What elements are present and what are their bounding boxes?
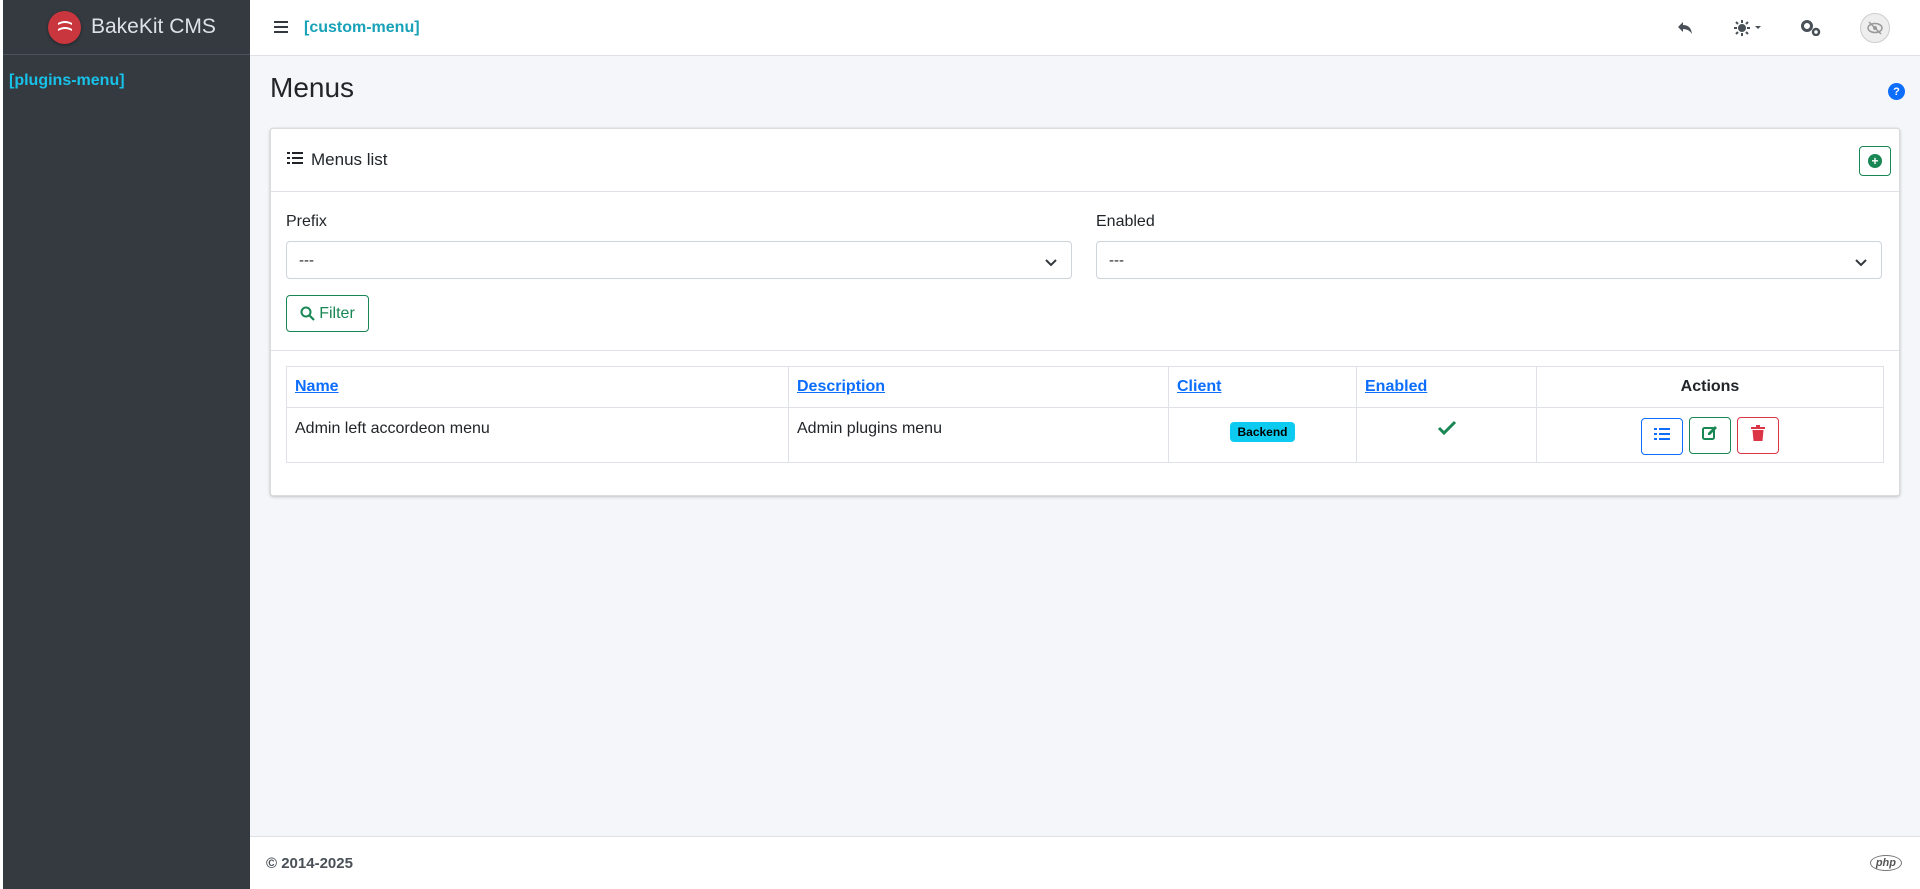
cell-enabled	[1356, 407, 1537, 463]
enabled-select[interactable]: ---	[1096, 241, 1882, 279]
cell-name: Admin left accordeon menu	[286, 407, 789, 463]
hamburger-icon[interactable]	[274, 16, 288, 39]
undo-icon[interactable]	[1677, 21, 1694, 35]
top-navbar: [custom-menu]	[250, 0, 1920, 56]
enabled-select-value: ---	[1109, 251, 1124, 269]
card-header: Menus list +	[271, 129, 1899, 192]
list-icon	[1653, 427, 1670, 446]
sort-description-link[interactable]: Description	[797, 378, 885, 395]
chevron-down-icon	[1855, 254, 1867, 271]
column-header-client[interactable]: Client	[1168, 366, 1357, 408]
prefix-label: Prefix	[286, 213, 327, 230]
filter-form: Prefix --- Enabled --- Filter	[286, 193, 1886, 343]
column-header-actions: Actions	[1536, 366, 1884, 408]
check-icon	[1437, 420, 1457, 440]
client-badge: Backend	[1230, 422, 1295, 442]
menus-card: Menus list + Prefix --- Enabled --- Filt…	[270, 128, 1900, 496]
card-divider	[271, 350, 1899, 351]
sort-name-link[interactable]: Name	[295, 378, 339, 395]
prefix-select[interactable]: ---	[286, 241, 1072, 279]
chevron-down-icon	[1045, 254, 1057, 271]
cell-actions	[1536, 407, 1884, 463]
page-title: Menus	[270, 72, 355, 103]
brand-link[interactable]: BakeKit CMS	[3, 0, 250, 55]
delete-button[interactable]	[1737, 417, 1780, 454]
navbar-right	[1677, 0, 1920, 55]
filter-button[interactable]: Filter	[286, 295, 369, 332]
footer-copyright: © 2014-2025	[266, 854, 353, 872]
table-header-row: Name Description Client Enabled Actions	[286, 366, 1884, 408]
sort-enabled-link[interactable]: Enabled	[1365, 378, 1427, 395]
footer: © 2014-2025 php	[250, 836, 1920, 889]
filter-button-label: Filter	[319, 304, 355, 322]
column-header-description[interactable]: Description	[788, 366, 1169, 408]
list-icon	[287, 151, 303, 170]
sun-icon[interactable]	[1734, 19, 1762, 36]
cell-description: Admin plugins menu	[788, 407, 1169, 463]
column-header-enabled[interactable]: Enabled	[1356, 366, 1537, 408]
sidebar: BakeKit CMS [plugins-menu]	[0, 0, 250, 889]
edit-icon	[1702, 425, 1718, 446]
php-logo-icon: php	[1869, 855, 1902, 871]
trash-icon	[1751, 425, 1766, 446]
enabled-label: Enabled	[1096, 213, 1155, 230]
search-icon	[300, 306, 315, 321]
view-items-button[interactable]	[1640, 418, 1683, 455]
card-title: Menus list	[311, 150, 388, 169]
cell-client: Backend	[1168, 407, 1357, 463]
custom-menu-link[interactable]: [custom-menu]	[304, 19, 420, 37]
avatar-icon[interactable]	[1860, 12, 1890, 43]
main-content: Menus ? Menus list + Prefix --- Enabled …	[250, 56, 1920, 836]
plus-circle-icon: +	[1868, 154, 1882, 168]
column-header-name[interactable]: Name	[286, 366, 789, 408]
brand-name: BakeKit CMS	[91, 15, 216, 38]
sort-client-link[interactable]: Client	[1177, 378, 1221, 395]
prefix-select-value: ---	[299, 251, 314, 269]
add-menu-button[interactable]: +	[1859, 146, 1891, 176]
sidebar-plugins-menu[interactable]: [plugins-menu]	[3, 55, 250, 90]
gears-icon[interactable]	[1800, 19, 1822, 36]
edit-button[interactable]	[1689, 417, 1731, 454]
menus-table: Name Description Client Enabled Actions …	[286, 366, 1884, 463]
bakekit-logo-icon	[48, 10, 81, 44]
help-icon[interactable]: ?	[1888, 83, 1905, 100]
table-row: Admin left accordeon menu Admin plugins …	[286, 407, 1884, 463]
